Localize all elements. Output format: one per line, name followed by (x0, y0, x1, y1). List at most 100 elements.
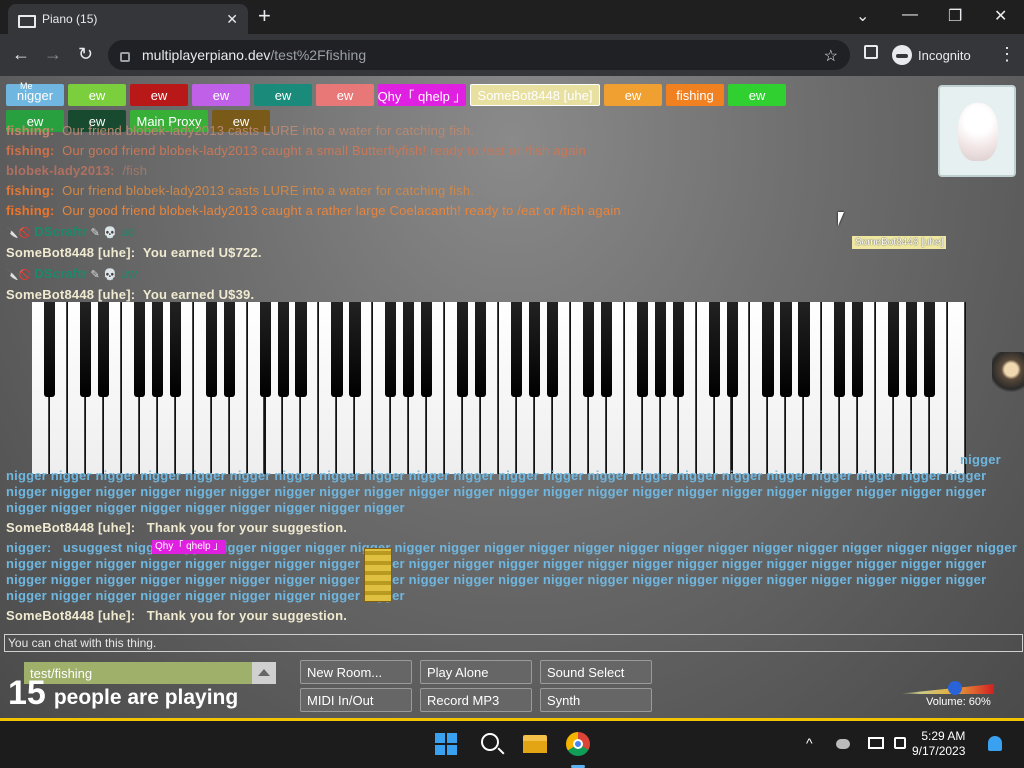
piano-page: nigger Me ew ew ew ew ew Qhy「 qhelp 」 SomeBot844… (0, 76, 1024, 720)
black-key[interactable] (636, 302, 648, 397)
notification-bell-icon[interactable] (988, 736, 1002, 751)
user-tag[interactable]: SomeBot8448 [uhe] (470, 84, 600, 106)
black-key[interactable] (888, 302, 900, 397)
chat-text: Thank you for your suggestion. (146, 608, 348, 623)
black-key[interactable] (385, 302, 397, 397)
chat-text: You earned U$39. (142, 287, 255, 302)
side-panel-icon[interactable] (864, 45, 878, 59)
browser-menu-icon[interactable]: ⋮ (998, 44, 1016, 65)
user-tag[interactable]: ew (254, 84, 312, 106)
chevron-up-icon[interactable] (252, 662, 276, 684)
black-key[interactable] (600, 302, 612, 397)
minimize-icon[interactable]: — (902, 6, 918, 24)
black-key[interactable] (672, 302, 684, 397)
black-key[interactable] (79, 302, 92, 397)
volume-mute-icon[interactable] (894, 737, 906, 749)
chat-text: Our friend blobek-lady2013 casts LURE in… (62, 183, 475, 198)
windows-start-icon[interactable] (435, 733, 458, 756)
tab-search-chevron-icon[interactable]: ⌄ (856, 6, 869, 26)
black-key[interactable] (331, 302, 343, 397)
black-key[interactable] (223, 302, 235, 397)
incognito-indicator[interactable]: Incognito (892, 43, 971, 67)
white-key[interactable] (948, 302, 965, 474)
chat-name: fishing: (6, 143, 55, 158)
chat-name: nigger: (6, 540, 52, 555)
file-explorer-icon[interactable] (523, 735, 547, 753)
user-tag[interactable]: Qhy「 qhelp 」 (378, 84, 466, 106)
volume-slider[interactable] (896, 680, 996, 696)
black-key[interactable] (421, 302, 433, 397)
user-tag[interactable]: ew (316, 84, 374, 106)
chat-message: 🔪🚫 DScraftr ✎ 💀 ud (6, 224, 135, 239)
browser-tab[interactable]: Piano (15) ✕ (8, 4, 248, 34)
black-key[interactable] (798, 302, 810, 397)
onedrive-icon[interactable] (836, 739, 850, 749)
room-avatar (938, 85, 1016, 177)
chat-text: Our good friend blobek-lady2013 caught a… (62, 203, 621, 218)
taskbar-clock[interactable]: 5:29 AM 9/17/2023 (912, 729, 965, 759)
user-tag[interactable]: ew (192, 84, 250, 106)
lock-icon[interactable] (120, 52, 130, 62)
tab-close-icon[interactable]: ✕ (226, 11, 238, 28)
black-key[interactable] (44, 302, 56, 397)
forward-icon[interactable]: → (44, 44, 62, 65)
black-key[interactable] (403, 302, 415, 397)
black-key[interactable] (582, 302, 594, 397)
black-key[interactable] (726, 302, 738, 397)
reload-icon[interactable]: ↻ (78, 44, 93, 65)
new-tab-icon[interactable]: + (258, 5, 271, 27)
black-key[interactable] (708, 302, 720, 397)
bookmark-star-icon[interactable]: ☆ (824, 46, 838, 66)
black-key[interactable] (924, 302, 936, 397)
synth-button[interactable]: Synth (540, 688, 652, 712)
black-key[interactable] (546, 302, 559, 397)
black-key[interactable] (349, 302, 361, 397)
black-key[interactable] (475, 302, 487, 397)
black-key[interactable] (259, 302, 271, 397)
user-tag[interactable]: ew (130, 84, 188, 106)
black-key[interactable] (295, 302, 307, 397)
volume-knob[interactable] (947, 681, 962, 695)
black-key[interactable] (528, 302, 541, 397)
url-field[interactable]: multiplayerpiano.dev/test%2Ffishing ☆ (108, 40, 850, 70)
black-key[interactable] (205, 302, 217, 397)
tray-chevron-icon[interactable]: ^ (806, 735, 813, 751)
black-key[interactable] (97, 302, 110, 397)
black-key[interactable] (133, 302, 145, 397)
chat-name: blobek-lady2013: (6, 163, 115, 178)
black-key[interactable] (834, 302, 846, 397)
search-icon[interactable] (481, 733, 499, 751)
user-tag[interactable]: ew (728, 84, 786, 106)
user-tag[interactable]: nigger Me (6, 81, 64, 106)
black-key[interactable] (654, 302, 666, 397)
black-key[interactable] (511, 302, 523, 397)
network-icon[interactable] (868, 737, 884, 749)
record-mp3-button[interactable]: Record MP3 (420, 688, 532, 712)
black-key[interactable] (169, 302, 181, 397)
midi-button[interactable]: MIDI In/Out (300, 688, 412, 712)
chrome-icon[interactable] (566, 732, 590, 756)
black-key[interactable] (151, 302, 163, 397)
user-tag[interactable]: ew (68, 84, 126, 106)
chat-name: DScraftr (34, 266, 88, 281)
black-key[interactable] (780, 302, 792, 397)
black-key[interactable] (277, 302, 289, 397)
user-tag[interactable]: ew (604, 84, 662, 106)
black-key[interactable] (852, 302, 864, 397)
volume-track[interactable] (896, 684, 994, 694)
chat-message: fishing: Our friend blobek-lady2013 cast… (6, 183, 474, 198)
black-key[interactable] (906, 302, 918, 397)
window-close-icon[interactable]: ✕ (994, 6, 1007, 26)
new-room-button[interactable]: New Room... (300, 660, 412, 684)
black-key[interactable] (762, 302, 774, 397)
chat-message: fishing: Our friend blobek-lady2013 cast… (6, 123, 474, 138)
back-icon[interactable]: ← (12, 44, 30, 65)
restore-icon[interactable]: ❐ (948, 6, 962, 26)
chat-input[interactable]: You can chat with this thing. (4, 634, 1023, 652)
user-tag[interactable]: fishing (666, 84, 724, 106)
piano-keyboard[interactable] (32, 302, 966, 474)
sound-select-button[interactable]: Sound Select (540, 660, 652, 684)
black-key[interactable] (457, 302, 469, 397)
play-alone-button[interactable]: Play Alone (420, 660, 532, 684)
chat-wrap-text: nigger nigger nigger nigger nigger nigge… (6, 588, 405, 603)
